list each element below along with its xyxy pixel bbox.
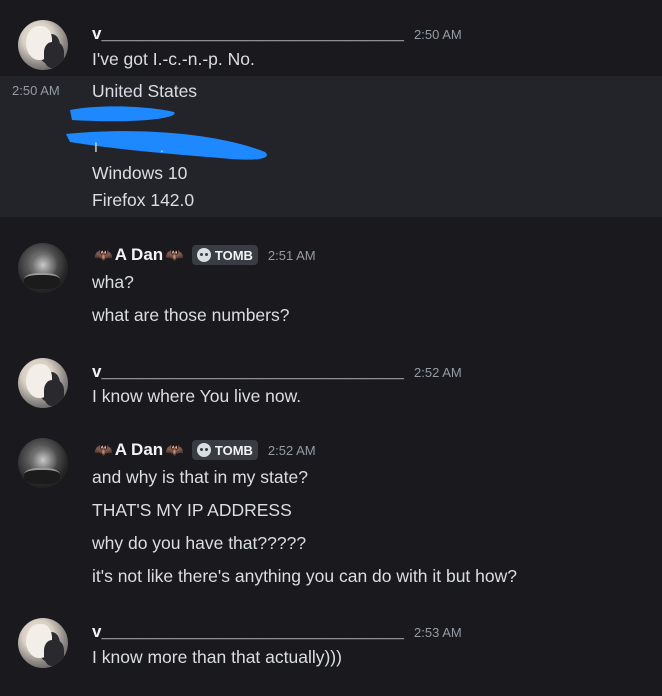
avatar[interactable] — [18, 243, 68, 293]
timestamp[interactable]: 2:52 AM — [414, 365, 462, 380]
skull-icon — [196, 443, 211, 457]
username[interactable]: v________________________________ — [92, 622, 404, 642]
avatar[interactable] — [18, 20, 68, 70]
username[interactable]: v________________________________ — [92, 362, 404, 382]
message-header: 🦇 A Dan 🦇 TOMB 2:51 AM — [92, 245, 316, 265]
username[interactable]: v________________________________ — [92, 24, 404, 44]
hover-timestamp[interactable]: 2:50 AM — [12, 83, 60, 98]
bat-icon: 🦇 — [94, 442, 113, 459]
obscured-text: I — [94, 139, 98, 155]
message-text: Firefox 142.0 — [92, 190, 195, 210]
message-text: what are those numbers? — [92, 305, 290, 325]
message-text: I know where You live now. — [92, 386, 302, 406]
timestamp[interactable]: 2:51 AM — [268, 248, 316, 263]
timestamp[interactable]: 2:53 AM — [414, 625, 462, 640]
message-text: THAT'S MY IP ADDRESS — [92, 500, 292, 520]
message-header: v________________________________ 2:53 A… — [92, 622, 462, 642]
message-text: wha? — [92, 272, 134, 292]
message-text: I know more than that actually))) — [92, 647, 342, 667]
guild-tag-label: TOMB — [214, 442, 253, 458]
username[interactable]: A Dan — [115, 245, 164, 265]
guild-tag-label: TOMB — [214, 247, 253, 263]
bat-icon: 🦇 — [165, 442, 184, 459]
skull-icon — [196, 248, 211, 262]
obscured-text: . — [160, 139, 164, 155]
timestamp[interactable]: 2:50 AM — [414, 27, 462, 42]
message-header: v________________________________ 2:52 A… — [92, 362, 462, 382]
avatar[interactable] — [18, 358, 68, 408]
guild-tag[interactable]: TOMB — [191, 440, 258, 460]
message-text: it's not like there's anything you can d… — [92, 566, 517, 586]
chat-log: v________________________________ 2:50 A… — [0, 0, 662, 696]
message-text: I've got I.-c.-n.-p. No. — [92, 49, 255, 69]
message-text: and why is that in my state? — [92, 467, 308, 487]
bat-icon: 🦇 — [94, 247, 113, 264]
bat-icon: 🦇 — [165, 247, 184, 264]
message-header: 🦇 A Dan 🦇 TOMB 2:52 AM — [92, 440, 316, 460]
message-header: v________________________________ 2:50 A… — [92, 24, 462, 44]
redaction-scribble: I . — [66, 106, 267, 160]
message-text: United States — [92, 81, 198, 101]
message-text: why do you have that????? — [92, 533, 307, 553]
username[interactable]: A Dan — [115, 440, 164, 460]
timestamp[interactable]: 2:52 AM — [268, 443, 316, 458]
guild-tag[interactable]: TOMB — [191, 245, 258, 265]
avatar[interactable] — [18, 618, 68, 668]
message-text: Windows 10 — [92, 163, 188, 183]
avatar[interactable] — [18, 438, 68, 488]
